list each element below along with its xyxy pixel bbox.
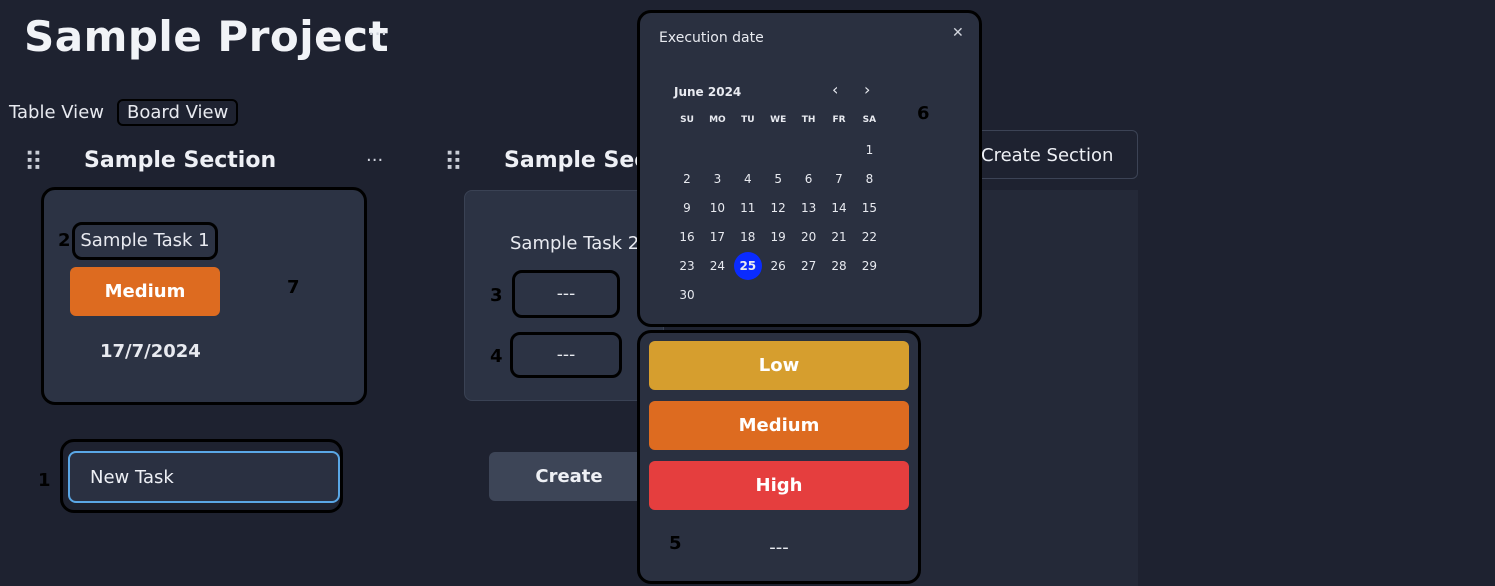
task-name-text: Sample Task 1 [80, 230, 210, 251]
page-title: Sample Project [24, 12, 390, 61]
calendar-day-selected[interactable]: 25 [733, 252, 762, 280]
calendar-day[interactable]: 17 [702, 226, 732, 248]
chevron-right-icon[interactable]: › [864, 80, 870, 99]
weekday-label: SU [680, 115, 694, 125]
weekday-label: TH [801, 115, 816, 125]
task-name[interactable]: Sample Task 1 [72, 222, 218, 260]
priority-selector[interactable]: --- [512, 270, 620, 318]
drag-handle-icon[interactable]: ⠿ [444, 150, 463, 176]
priority-option-medium[interactable]: Medium [649, 401, 909, 450]
annotation-label: 4 [490, 346, 503, 367]
create-label: Create [535, 466, 603, 487]
calendar-day[interactable]: 18 [733, 226, 763, 248]
calendar-day[interactable]: 8 [854, 168, 884, 190]
tab-table-view[interactable]: Table View [9, 102, 104, 123]
chevron-left-icon[interactable]: ‹ [832, 80, 838, 99]
annotation-label: 1 [38, 470, 51, 491]
calendar-day[interactable]: 16 [672, 226, 702, 248]
annotation-label: 3 [490, 285, 503, 306]
calendar-day[interactable]: 4 [733, 168, 763, 190]
annotation-label: 2 [58, 230, 71, 251]
weekday-label: FR [832, 115, 846, 125]
calendar-day[interactable]: 28 [824, 255, 854, 277]
calendar-day[interactable]: 11 [733, 197, 763, 219]
calendar-day[interactable]: 24 [702, 255, 732, 277]
calendar-day[interactable]: 13 [794, 197, 824, 219]
calendar-day[interactable]: 9 [672, 197, 702, 219]
section-title: Sample Section [84, 148, 277, 173]
calendar-day[interactable]: 21 [824, 226, 854, 248]
drag-handle-icon[interactable]: ⠿ [24, 150, 43, 176]
calendar-day[interactable]: 14 [824, 197, 854, 219]
priority-option-low[interactable]: Low [649, 341, 909, 390]
due-date[interactable]: 17/7/2024 [100, 341, 201, 362]
annotation-label: 7 [287, 277, 300, 298]
date-picker-popup: Execution date ✕ June 2024 ‹ › SU MO TU WE T… [637, 10, 982, 327]
calendar-day[interactable]: 7 [824, 168, 854, 190]
date-picker-title: Execution date [659, 30, 764, 46]
calendar-day[interactable]: 10 [702, 197, 732, 219]
new-task-input[interactable] [68, 451, 340, 503]
project-more-icon[interactable]: ··· [368, 22, 387, 46]
tab-board-view[interactable]: Board View [117, 99, 239, 126]
create-task-button[interactable]: Create [489, 452, 649, 501]
calendar-day[interactable]: 5 [763, 168, 793, 190]
calendar-day[interactable]: 1 [854, 139, 884, 161]
task-name[interactable]: Sample Task 2 [510, 233, 639, 254]
create-section-label: Create Section [981, 145, 1114, 166]
calendar-day[interactable]: 12 [763, 197, 793, 219]
calendar-day[interactable]: 19 [763, 226, 793, 248]
weekday-label: MO [709, 115, 726, 125]
section-more-icon[interactable]: ··· [366, 150, 383, 171]
calendar-day[interactable]: 29 [854, 255, 884, 277]
calendar-day[interactable]: 6 [794, 168, 824, 190]
calendar-day[interactable]: 22 [854, 226, 884, 248]
weekday-label: TU [741, 115, 755, 125]
priority-option-high[interactable]: High [649, 461, 909, 510]
calendar-day[interactable]: 2 [672, 168, 702, 190]
calendar-day[interactable]: 30 [672, 284, 702, 306]
calendar-day[interactable]: 20 [794, 226, 824, 248]
priority-badge[interactable]: Medium [70, 267, 220, 316]
calendar-day[interactable]: 23 [672, 255, 702, 277]
priority-dropdown: Low Medium High 5 --- [637, 330, 921, 584]
calendar-day[interactable]: 15 [854, 197, 884, 219]
calendar-month: June 2024 [674, 85, 742, 99]
calendar-day[interactable]: 3 [702, 168, 732, 190]
weekday-label: SA [862, 115, 877, 125]
annotation-label: 6 [917, 103, 930, 124]
calendar-day[interactable]: 26 [763, 255, 793, 277]
calendar-day[interactable]: 27 [794, 255, 824, 277]
priority-option-none[interactable]: --- [649, 537, 909, 558]
date-selector[interactable]: --- [510, 332, 622, 378]
weekday-label: WE [770, 115, 787, 125]
close-icon[interactable]: ✕ [952, 25, 964, 41]
